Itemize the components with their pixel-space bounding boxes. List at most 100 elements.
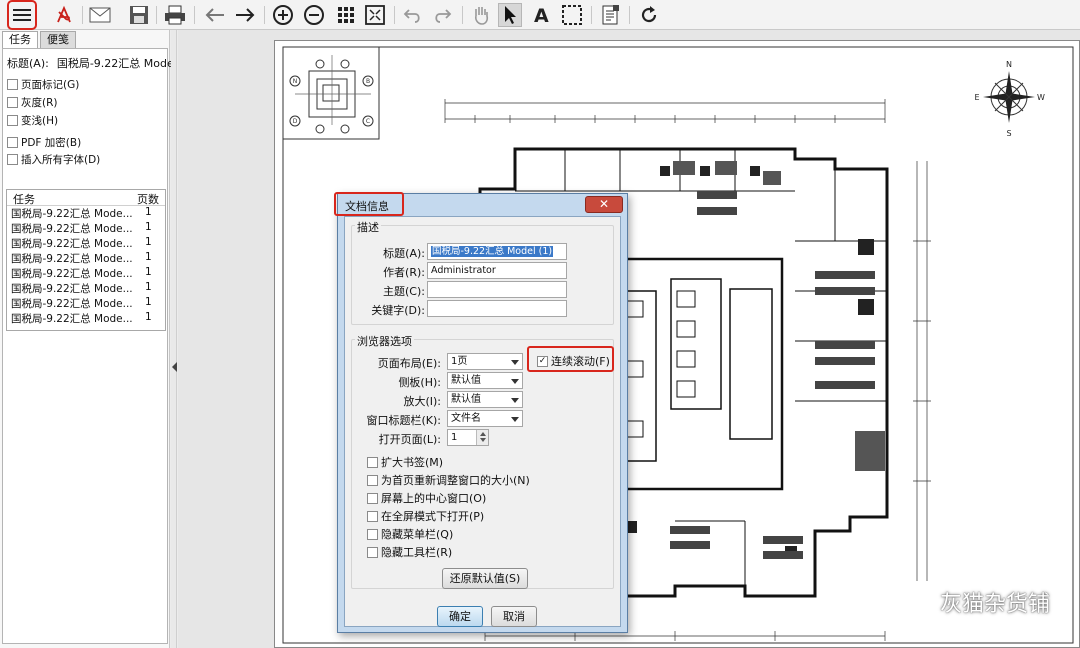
field-label: 打开页面(L): bbox=[378, 433, 441, 446]
redo-icon[interactable] bbox=[430, 3, 454, 27]
checkbox[interactable] bbox=[7, 96, 18, 108]
marker-d: D bbox=[293, 118, 298, 125]
table-row[interactable]: 国税局-9.22汇总 Mode... 1 bbox=[7, 281, 165, 296]
checkbox[interactable] bbox=[7, 136, 18, 148]
marker-b: B bbox=[366, 78, 370, 85]
toolbar: A bbox=[0, 0, 1080, 30]
option-embed-fonts[interactable]: 插入所有字体(D) bbox=[7, 152, 100, 166]
ok-button[interactable]: 确定 bbox=[437, 606, 483, 627]
checkbox[interactable] bbox=[367, 528, 378, 540]
option-center-window[interactable]: 屏幕上的中心窗口(O) bbox=[367, 491, 486, 505]
text-tool-icon[interactable]: A bbox=[530, 3, 554, 27]
title-row: 标题(A): 国税局-9.22汇总 Model bbox=[7, 55, 185, 71]
cancel-button[interactable]: 取消 bbox=[491, 606, 537, 627]
page-layout-select[interactable]: 1页 bbox=[447, 353, 523, 370]
wechat-icon bbox=[904, 591, 933, 612]
checkbox[interactable] bbox=[367, 456, 378, 468]
print-icon[interactable] bbox=[163, 3, 187, 27]
table-row[interactable]: 国税局-9.22汇总 Mode... 1 bbox=[7, 266, 165, 281]
option-hide-toolbar[interactable]: 隐藏工具栏(R) bbox=[367, 545, 452, 559]
task-pages: 1 bbox=[145, 266, 152, 278]
mail-icon[interactable] bbox=[88, 3, 112, 27]
checkbox[interactable] bbox=[367, 492, 378, 504]
author-field[interactable]: Administrator bbox=[427, 262, 567, 279]
checkbox[interactable] bbox=[367, 510, 378, 522]
checkbox[interactable] bbox=[7, 114, 18, 126]
checkbox[interactable] bbox=[367, 546, 378, 558]
field-label: 放大(I): bbox=[403, 395, 441, 408]
restore-defaults-button[interactable]: 还原默认值(S) bbox=[442, 568, 528, 589]
field-label: 侧板(H): bbox=[398, 376, 441, 389]
document-canvas[interactable]: N D B C N S E W bbox=[178, 30, 1080, 648]
stepper-buttons[interactable] bbox=[476, 430, 488, 445]
zoom-select[interactable]: 默认值 bbox=[447, 391, 523, 408]
table-row[interactable]: 国税局-9.22汇总 Mode... 1 bbox=[7, 236, 165, 251]
close-button[interactable]: ✕ bbox=[585, 196, 623, 213]
title-label: 标题(A): bbox=[7, 57, 49, 70]
description-legend: 描述 bbox=[355, 219, 381, 235]
back-arrow-icon[interactable] bbox=[203, 3, 227, 27]
highlight-continuous-scroll bbox=[527, 346, 614, 372]
document-properties-icon[interactable] bbox=[599, 3, 623, 27]
checkbox[interactable] bbox=[7, 78, 18, 90]
watermark-text: 灰猫杂货铺 bbox=[939, 592, 1050, 617]
title-value: 国税局-9.22汇总 Model (1) bbox=[431, 246, 554, 257]
grid-icon[interactable] bbox=[334, 3, 358, 27]
compass-s: S bbox=[1006, 129, 1011, 138]
marker-n: N bbox=[293, 78, 298, 85]
pdf-icon[interactable] bbox=[52, 3, 76, 27]
marquee-select-icon[interactable] bbox=[560, 3, 584, 27]
svg-text:A: A bbox=[534, 5, 549, 25]
option-label: 隐藏工具栏(R) bbox=[381, 546, 453, 559]
field-label: 窗口标题栏(K): bbox=[366, 414, 441, 427]
tab-tasks[interactable]: 任务 bbox=[2, 31, 38, 49]
task-name: 国税局-9.22汇总 Mode... bbox=[11, 253, 133, 265]
menu-icon[interactable] bbox=[7, 0, 37, 30]
window-title-select[interactable]: 文件名 bbox=[447, 410, 523, 427]
checkbox[interactable] bbox=[367, 474, 378, 486]
fit-page-icon[interactable] bbox=[363, 3, 387, 27]
panel-splitter[interactable] bbox=[171, 30, 177, 648]
select-arrow-icon[interactable] bbox=[498, 3, 522, 27]
task-name: 国税局-9.22汇总 Mode... bbox=[11, 268, 133, 280]
option-expand-bookmarks[interactable]: 扩大书签(M) bbox=[367, 455, 443, 469]
refresh-icon[interactable] bbox=[637, 3, 661, 27]
subject-field[interactable] bbox=[427, 281, 567, 298]
collapse-arrow-icon[interactable] bbox=[172, 362, 177, 372]
table-row[interactable]: 国税局-9.22汇总 Mode... 1 bbox=[7, 296, 165, 311]
forward-arrow-icon[interactable] bbox=[233, 3, 257, 27]
column-pages[interactable]: 页数 bbox=[137, 191, 159, 207]
left-panel: 任务 便笺 标题(A): 国税局-9.22汇总 Model 页面标记(G) 灰度(… bbox=[0, 30, 177, 648]
task-pages: 1 bbox=[145, 206, 152, 218]
table-row[interactable]: 国税局-9.22汇总 Mode... 1 bbox=[7, 221, 165, 236]
title-value: 国税局-9.22汇总 Model bbox=[56, 57, 177, 70]
undo-icon[interactable] bbox=[401, 3, 425, 27]
title-field[interactable]: 国税局-9.22汇总 Model (1) bbox=[427, 243, 567, 260]
save-icon[interactable] bbox=[127, 3, 151, 27]
task-pages: 1 bbox=[145, 221, 152, 233]
option-page-marks[interactable]: 页面标记(G) bbox=[7, 77, 79, 91]
option-grayscale[interactable]: 灰度(R) bbox=[7, 95, 58, 109]
task-list[interactable]: 任务 页数 国税局-9.22汇总 Mode... 1 国税局-9.22汇总 Mod… bbox=[6, 189, 166, 331]
open-page-stepper[interactable]: 1 bbox=[447, 429, 489, 446]
option-hide-menubar[interactable]: 隐藏菜单栏(Q) bbox=[367, 527, 453, 541]
side-panel-select[interactable]: 默认值 bbox=[447, 372, 523, 389]
zoom-in-icon[interactable] bbox=[271, 3, 295, 27]
table-row[interactable]: 国税局-9.22汇总 Mode... 1 bbox=[7, 206, 165, 221]
tab-notes[interactable]: 便笺 bbox=[40, 31, 76, 48]
hand-tool-icon[interactable] bbox=[469, 3, 493, 27]
table-row[interactable]: 国税局-9.22汇总 Mode... 1 bbox=[7, 311, 165, 326]
column-task[interactable]: 任务 bbox=[13, 191, 35, 207]
option-resize-to-first-page[interactable]: 为首页重新调整窗口的大小(N) bbox=[367, 473, 530, 487]
stepper-down-icon[interactable] bbox=[479, 438, 486, 442]
option-lighten[interactable]: 变浅(H) bbox=[7, 113, 58, 127]
option-label: 在全屏模式下打开(P) bbox=[381, 510, 485, 523]
checkbox[interactable] bbox=[7, 153, 18, 165]
keywords-field[interactable] bbox=[427, 300, 567, 317]
option-pdf-encrypt[interactable]: PDF 加密(B) bbox=[7, 135, 81, 149]
zoom-out-icon[interactable] bbox=[302, 3, 326, 27]
compass-e: E bbox=[974, 93, 979, 102]
table-row[interactable]: 国税局-9.22汇总 Mode... 1 bbox=[7, 251, 165, 266]
option-open-fullscreen[interactable]: 在全屏模式下打开(P) bbox=[367, 509, 484, 523]
stepper-up-icon[interactable] bbox=[479, 432, 486, 436]
